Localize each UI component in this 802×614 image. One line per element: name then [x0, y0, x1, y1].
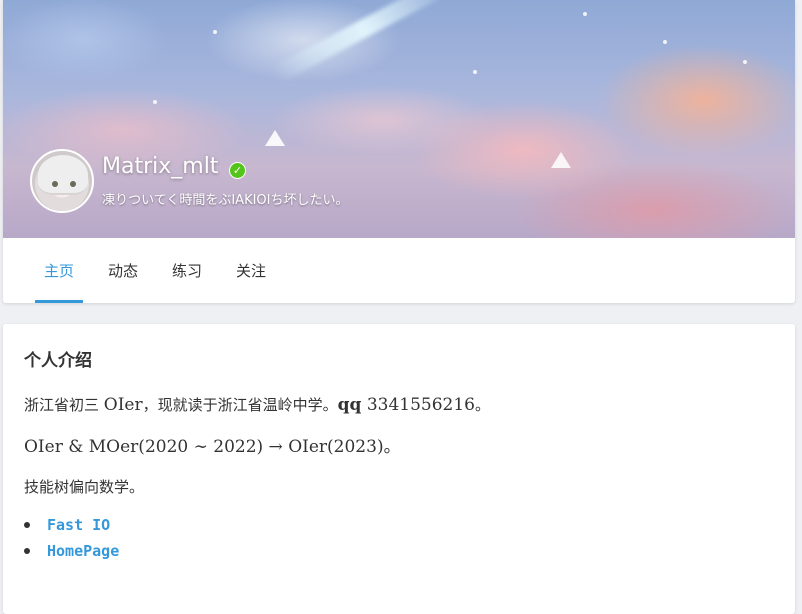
banner-sparkle	[743, 60, 747, 64]
intro-line-history: OIer & MOer(2020 ∼ 2022) → OIer(2023)。	[24, 437, 401, 457]
profile-card: Matrix_mlt ✓ 凍りついてく時間をぶIAKIOIち坏したい。 主页 动…	[3, 0, 795, 303]
banner-sparkle	[663, 40, 667, 44]
banner-sparkle	[473, 70, 477, 74]
check-badge-icon: ✓	[229, 162, 246, 179]
tab-practice[interactable]: 练习	[163, 238, 211, 303]
intro-card: 个人介绍 浙江省初三 OIer，现就读于浙江省温岭中学。qq 334155621…	[3, 324, 795, 614]
link-list: Fast IO HomePage	[23, 515, 119, 567]
banner-shard	[265, 130, 285, 146]
intro-oier: OIer	[103, 395, 143, 415]
banner-sparkle	[583, 12, 587, 16]
banner-sparkle	[213, 30, 217, 34]
banner-shard	[551, 152, 571, 168]
link-fast-io[interactable]: Fast IO	[47, 516, 110, 534]
intro-text: 。	[475, 396, 491, 414]
avatar[interactable]	[30, 149, 94, 213]
intro-text: ，现就读于浙江省温岭中学。	[142, 396, 338, 414]
avatar-eye	[52, 181, 58, 187]
qq-number: 3341556216	[361, 395, 475, 415]
qq-label: qq	[337, 395, 362, 415]
intro-title: 个人介绍	[24, 351, 92, 371]
user-slogan: 凍りついてく時間をぶIAKIOIち坏したい。	[102, 193, 349, 208]
tab-activity[interactable]: 动态	[99, 238, 147, 303]
intro-text: 浙江省初三	[24, 396, 104, 414]
username[interactable]: Matrix_mlt	[102, 154, 218, 179]
tab-following[interactable]: 关注	[227, 238, 275, 303]
profile-tabs: 主页 动态 练习 关注	[3, 238, 795, 303]
list-item: HomePage	[23, 541, 119, 567]
banner-sparkle	[153, 100, 157, 104]
banner-streak	[270, 0, 456, 84]
list-item: Fast IO	[23, 515, 119, 541]
link-homepage[interactable]: HomePage	[47, 542, 119, 560]
avatar-hair	[38, 155, 88, 195]
intro-line-school: 浙江省初三 OIer，现就读于浙江省温岭中学。qq 3341556216。	[24, 394, 490, 415]
tab-home[interactable]: 主页	[35, 238, 83, 303]
avatar-eye	[70, 181, 76, 187]
intro-line-skills: 技能树偏向数学。	[24, 478, 145, 496]
